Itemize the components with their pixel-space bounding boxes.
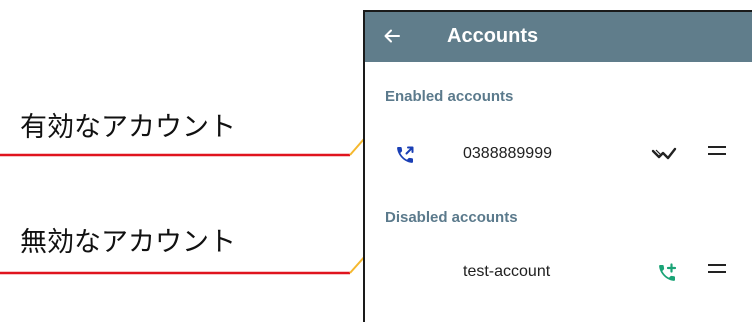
drag-handle-icon[interactable] [708,264,726,278]
drag-handle-icon[interactable] [708,146,726,160]
call-made-icon [397,146,414,163]
account-name: test-account [463,263,551,280]
page-title: Accounts [447,25,539,47]
enabled-accounts-callout-label: 有効なアカウント [20,112,236,142]
app-bar: Accounts [365,12,752,62]
add-call-icon[interactable] [655,261,679,285]
signal-icon [651,147,677,160]
account-name: 0388889999 [463,145,552,162]
enabled-accounts-header: Enabled accounts [385,88,514,105]
back-button[interactable] [379,23,405,49]
phone-screen: Accounts Enabled accounts 0388889999 Dis… [363,10,752,322]
account-row-test-account[interactable]: test-account [365,251,752,295]
account-row-0388889999[interactable]: 0388889999 [365,133,752,177]
disabled-accounts-callout-label: 無効なアカウント [20,227,236,257]
disabled-accounts-header: Disabled accounts [385,209,518,226]
arrow-back-icon [384,29,400,43]
